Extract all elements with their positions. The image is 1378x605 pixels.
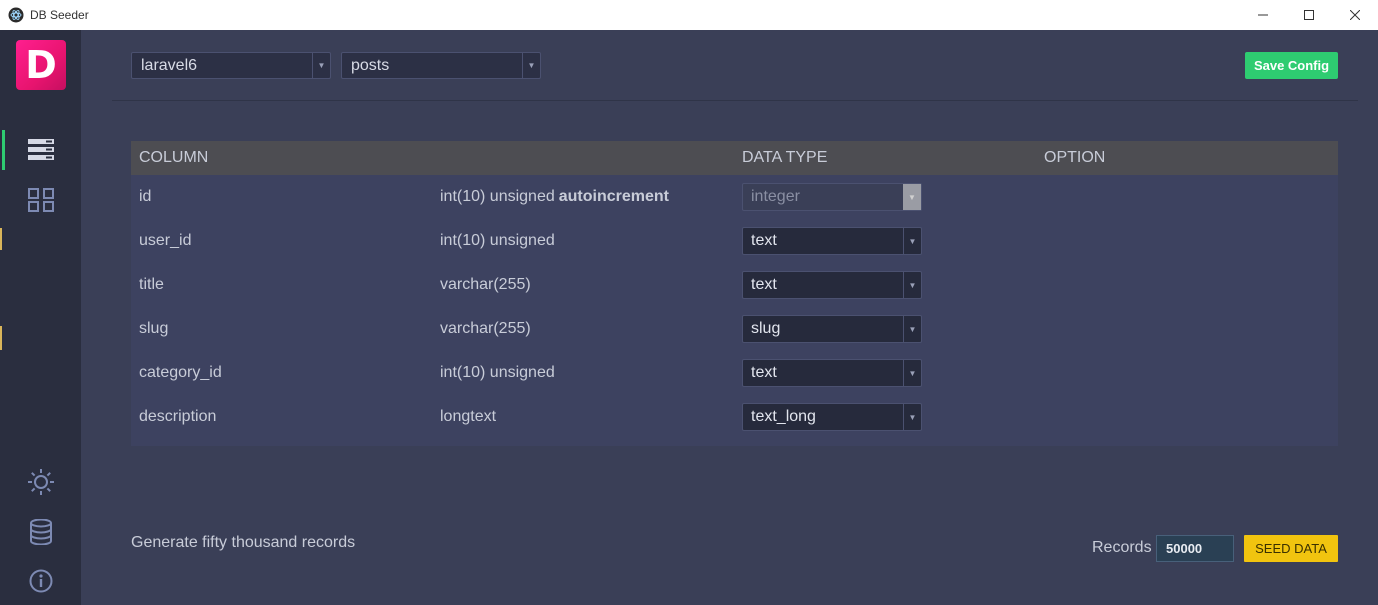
sidebar-item-tables[interactable] bbox=[0, 130, 81, 170]
column-definition: varchar(255) bbox=[440, 263, 531, 307]
columns-table: COLUMN DATA TYPE OPTION id int(10) unsign… bbox=[131, 141, 1338, 446]
table-row: slug varchar(255) slug ▼ bbox=[131, 307, 1338, 351]
table-row: user_id int(10) unsigned text ▼ bbox=[131, 219, 1338, 263]
chevron-down-icon: ▼ bbox=[903, 228, 921, 254]
column-type: longtext bbox=[440, 408, 497, 425]
column-type: int(10) unsigned bbox=[440, 188, 555, 205]
column-name: description bbox=[139, 408, 217, 425]
sidebar-item-theme[interactable] bbox=[0, 462, 81, 502]
chevron-down-icon: ▼ bbox=[522, 53, 540, 78]
minimize-button[interactable] bbox=[1240, 0, 1286, 30]
table-row: category_id int(10) unsigned text ▼ bbox=[131, 351, 1338, 395]
main-panel: laravel6 ▼ posts ▼ Save Config COLUMN DA… bbox=[81, 30, 1378, 605]
table-row: title varchar(255) text ▼ bbox=[131, 263, 1338, 307]
column-extra: autoincrement bbox=[558, 188, 669, 205]
column-name: category_id bbox=[139, 364, 222, 381]
window-controls bbox=[1240, 0, 1378, 30]
sidebar-item-info[interactable] bbox=[0, 561, 81, 601]
records-summary: Generate fifty thousand records bbox=[131, 534, 356, 551]
column-name: id bbox=[139, 188, 152, 205]
column-definition: int(10) unsigned autoincrement bbox=[440, 175, 669, 219]
header-column: COLUMN bbox=[139, 149, 209, 166]
database-select[interactable]: laravel6 ▼ bbox=[131, 52, 331, 79]
close-icon bbox=[1350, 10, 1360, 20]
data-type-value: slug bbox=[751, 320, 781, 337]
maximize-button[interactable] bbox=[1286, 0, 1332, 30]
chevron-down-icon: ▼ bbox=[903, 272, 921, 298]
column-definition: int(10) unsigned bbox=[440, 351, 555, 395]
data-type-select[interactable]: text ▼ bbox=[742, 227, 922, 255]
app-logo[interactable]: D bbox=[16, 40, 66, 90]
column-definition: longtext bbox=[440, 395, 496, 439]
data-type-value: text_long bbox=[751, 408, 816, 425]
database-select-value: laravel6 bbox=[141, 56, 198, 74]
window-title: DB Seeder bbox=[30, 8, 89, 22]
records-input[interactable]: 50000 bbox=[1156, 535, 1234, 562]
table-body: id int(10) unsigned autoincrement integer ▼ u… bbox=[131, 175, 1338, 446]
edge-marker bbox=[0, 228, 2, 250]
column-definition: varchar(255) bbox=[440, 307, 531, 351]
data-type-select[interactable]: text ▼ bbox=[742, 271, 922, 299]
data-type-value: text bbox=[751, 364, 777, 381]
data-type-select[interactable]: text_long ▼ bbox=[742, 403, 922, 431]
column-type: int(10) unsigned bbox=[440, 364, 555, 381]
minimize-icon bbox=[1258, 14, 1268, 16]
chevron-down-icon: ▼ bbox=[903, 404, 921, 430]
header-data-type: DATA TYPE bbox=[742, 149, 828, 166]
edge-marker bbox=[0, 326, 2, 350]
table-header: COLUMN DATA TYPE OPTION bbox=[131, 141, 1338, 175]
column-name: user_id bbox=[139, 232, 192, 249]
sidebar-item-grid[interactable] bbox=[0, 180, 81, 220]
data-type-select: integer ▼ bbox=[742, 183, 922, 211]
column-definition: int(10) unsigned bbox=[440, 219, 555, 263]
close-button[interactable] bbox=[1332, 0, 1378, 30]
data-type-value: integer bbox=[751, 188, 800, 205]
column-name: title bbox=[139, 276, 164, 293]
data-type-select[interactable]: text ▼ bbox=[742, 359, 922, 387]
column-type: int(10) unsigned bbox=[440, 232, 555, 249]
table-row: description longtext text_long ▼ bbox=[131, 395, 1338, 439]
divider bbox=[112, 100, 1358, 101]
tables-icon bbox=[27, 139, 54, 160]
data-type-value: text bbox=[751, 276, 777, 293]
chevron-down-icon: ▼ bbox=[312, 53, 330, 78]
column-type: varchar(255) bbox=[440, 276, 531, 293]
header-option: OPTION bbox=[1044, 149, 1106, 166]
sidebar-item-database[interactable] bbox=[0, 512, 81, 552]
app-icon bbox=[8, 7, 24, 23]
chevron-down-icon: ▼ bbox=[903, 360, 921, 386]
column-type: varchar(255) bbox=[440, 320, 531, 337]
title-bar: DB Seeder bbox=[0, 0, 1378, 30]
sun-icon bbox=[27, 469, 54, 495]
save-config-button[interactable]: Save Config bbox=[1245, 52, 1338, 79]
table-select-value: posts bbox=[351, 56, 390, 74]
database-icon bbox=[29, 519, 52, 545]
chevron-down-icon: ▼ bbox=[903, 316, 921, 342]
maximize-icon bbox=[1304, 10, 1314, 20]
info-icon bbox=[29, 569, 52, 593]
seed-data-button[interactable]: SEED DATA bbox=[1244, 535, 1338, 562]
data-type-value: text bbox=[751, 232, 777, 249]
grid-icon bbox=[27, 188, 54, 212]
column-name: slug bbox=[139, 320, 169, 337]
table-select[interactable]: posts ▼ bbox=[341, 52, 541, 79]
sidebar: D bbox=[0, 30, 81, 605]
chevron-down-icon: ▼ bbox=[903, 184, 921, 210]
table-row: id int(10) unsigned autoincrement integer ▼ bbox=[131, 175, 1338, 219]
records-label: Records bbox=[1092, 539, 1152, 556]
data-type-select[interactable]: slug ▼ bbox=[742, 315, 922, 343]
